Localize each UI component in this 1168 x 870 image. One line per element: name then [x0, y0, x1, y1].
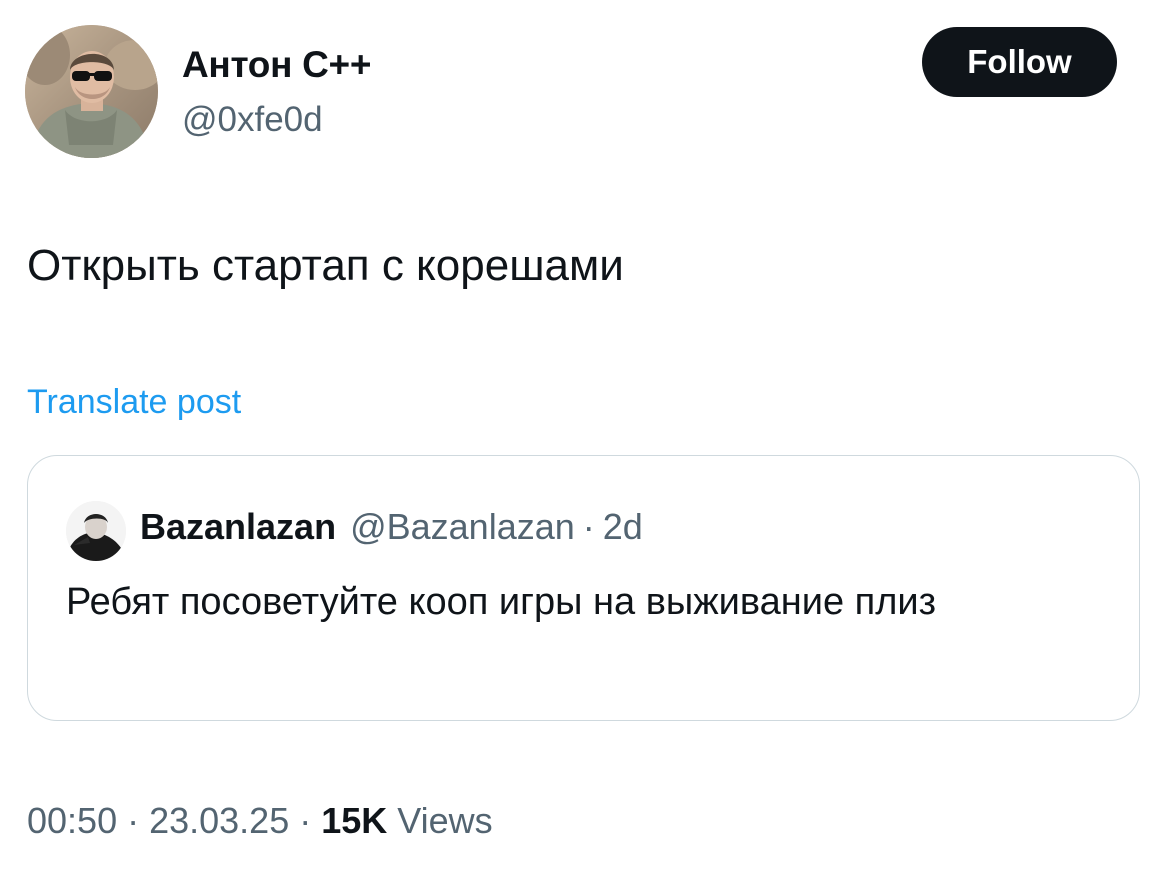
quoted-tweet-card[interactable]: Bazanlazan @Bazanlazan · 2d Ребят посове…: [27, 455, 1140, 721]
quoted-tweet-text: Ребят посоветуйте кооп игры на выживание…: [66, 581, 937, 623]
quoted-tweet-time[interactable]: 2d: [603, 506, 643, 548]
follow-button[interactable]: Follow: [922, 27, 1117, 97]
quoted-author-name[interactable]: Bazanlazan: [140, 506, 336, 548]
author-handle[interactable]: @0xfe0d: [182, 98, 323, 142]
author-avatar[interactable]: [25, 25, 158, 158]
author-name[interactable]: Антон С++: [182, 42, 371, 88]
views-count[interactable]: 15K: [321, 797, 387, 845]
quoted-user-avatar-icon: [66, 501, 126, 561]
tweet-meta: 00:50 · 23.03.25 · 15K Views: [27, 797, 493, 845]
quoted-user-avatar[interactable]: [66, 501, 126, 561]
views-label: Views: [397, 800, 493, 841]
quoted-tweet-header: Bazanlazan @Bazanlazan · 2d: [140, 502, 643, 552]
tweet-text: Открыть стартап с корешами: [27, 241, 624, 290]
user-avatar-photo-icon: [25, 25, 158, 158]
separator-dot: ·: [582, 506, 595, 547]
tweet-date[interactable]: 23.03.25: [149, 797, 289, 845]
tweet-time[interactable]: 00:50: [27, 797, 117, 845]
translate-post-link[interactable]: Translate post: [27, 380, 241, 424]
separator-dot: ·: [127, 800, 140, 841]
quoted-author-handle[interactable]: @Bazanlazan: [350, 506, 575, 548]
separator-dot: ·: [299, 800, 312, 841]
